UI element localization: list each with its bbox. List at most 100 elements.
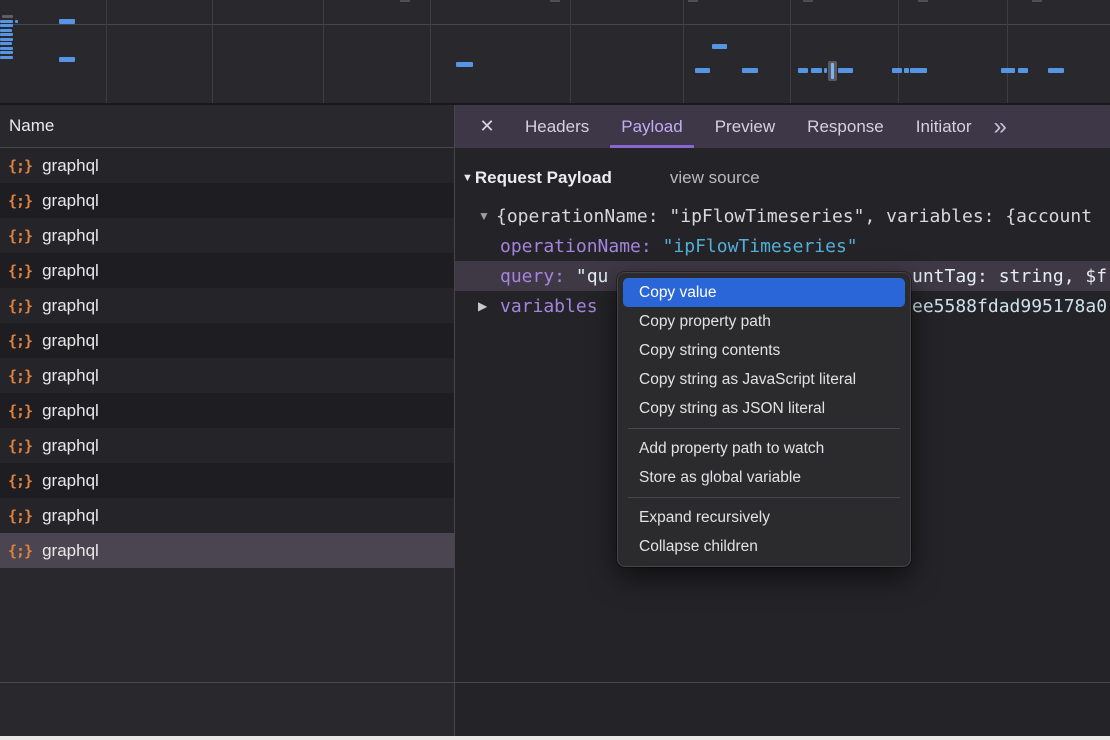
request-timing-bar [811,68,822,73]
menu-item-copy-string-as-json-literal[interactable]: Copy string as JSON literal [623,394,905,423]
window-bottom-edge [0,736,1110,740]
json-request-icon: {;} [8,262,32,280]
request-row-graphql[interactable]: {;} graphql [0,323,454,358]
overview-gridline-horizontal [0,24,1110,25]
hovered-bar-marker [828,61,837,81]
property-value-start: "qu [576,266,609,287]
tab-initiator[interactable]: Initiator [905,105,983,148]
overview-tick [1032,0,1042,2]
request-name: graphql [42,261,99,281]
tree-root-row[interactable]: ▼ {operationName: "ipFlowTimeseries", va… [455,201,1110,231]
request-timing-bar [838,68,853,73]
request-timing-bar [0,38,13,41]
section-expanded-triangle-icon[interactable]: ▼ [462,172,473,184]
name-column-label: Name [9,116,54,135]
requests-panel: Name {;}graphql{;}graphql{;}graphql{;}gr… [0,105,454,740]
tab-payload[interactable]: Payload [610,105,693,148]
request-name: graphql [42,541,99,561]
request-timing-bar [0,20,13,23]
request-timing-bar [695,68,710,73]
json-request-icon: {;} [8,402,32,420]
request-payload-section-header[interactable]: ▼ Request Payload view source [462,165,760,191]
tree-expanded-triangle-icon[interactable]: ▼ [478,209,490,223]
overview-tick [918,0,928,2]
menu-item-expand-recursively[interactable]: Expand recursively [623,503,905,532]
request-name: graphql [42,191,99,211]
request-timing-bar [1018,68,1028,73]
request-row-graphql[interactable]: {;} graphql [0,218,454,253]
request-name: graphql [42,471,99,491]
close-icon[interactable]: ✕ [465,116,509,137]
overview-gridline [570,0,571,103]
name-column-header[interactable]: Name [0,105,454,148]
request-row-graphql[interactable]: {;}graphql [0,463,454,498]
request-row-graphql[interactable]: {;}graphql [0,533,454,568]
overview-gridline [106,0,107,103]
menu-item-copy-string-contents[interactable]: Copy string contents [623,336,905,365]
property-key: variables [500,296,598,317]
request-name: graphql [42,226,99,246]
request-row-graphql[interactable]: {;} graphql [0,393,454,428]
tab-preview[interactable]: Preview [704,105,786,148]
property-value-continuation: untTag: string, $f [912,266,1107,287]
request-row-graphql[interactable]: {;}graphql [0,183,454,218]
request-name: graphql [42,436,99,456]
detail-tabs: HeadersPayload PreviewResponseInitiator [509,105,987,148]
property-value: "ipFlowTimeseries" [663,236,858,257]
tree-operationname-row[interactable]: operationName: "ipFlowTimeseries" [455,231,1110,261]
request-timing-bar [59,57,75,62]
request-name: graphql [42,366,99,386]
network-overview-timeline[interactable] [0,0,1110,105]
more-tabs-icon[interactable]: » [993,107,1006,147]
overview-tick [688,0,698,2]
overview-gridline [212,0,213,103]
json-request-icon: {;} [8,227,32,245]
json-request-icon: {;} [8,367,32,385]
tab-response[interactable]: Response [796,105,895,148]
request-name: graphql [42,401,99,421]
property-key: operationName: [500,236,663,257]
context-menu: Copy valueCopy property pathCopy string … [617,272,911,567]
request-row-graphql[interactable]: {;} graphql [0,498,454,533]
request-row-graphql[interactable]: {;}graphql [0,148,454,183]
menu-separator [628,428,900,429]
panel-resize-divider[interactable] [454,105,455,736]
overview-gridline [683,0,684,103]
request-timing-bar [0,24,13,27]
request-timing-bar [59,19,75,24]
json-request-icon: {;} [8,332,32,350]
overview-tick [400,0,410,2]
request-list: {;} graphql {;} graphql {;} graphql {;} graphql… [0,148,454,568]
request-timing-bar [1001,68,1015,73]
menu-separator [628,497,900,498]
menu-item-copy-value[interactable]: Copy value [623,278,905,307]
request-row-graphql[interactable]: {;}graphql [0,428,454,463]
request-timing-bar [0,51,13,54]
menu-item-copy-property-path[interactable]: Copy property path [623,307,905,336]
json-request-icon: {;} [8,157,32,175]
menu-item-copy-string-as-javascript-literal[interactable]: Copy string as JavaScript literal [623,365,905,394]
overview-gridline [430,0,431,103]
tree-collapsed-triangle-icon[interactable]: ▶ [478,299,487,313]
request-timing-bar [0,29,12,32]
request-timing-bar [15,20,18,23]
request-row-graphql[interactable]: {;} graphql [0,253,454,288]
request-timing-bar [798,68,808,73]
menu-item-store-as-global-variable[interactable]: Store as global variable [623,463,905,492]
request-name: graphql [42,506,99,526]
menu-item-add-property-path-to-watch[interactable]: Add property path to watch [623,434,905,463]
menu-item-collapse-children[interactable]: Collapse children [623,532,905,561]
request-row-graphql[interactable]: {;} graphql [0,358,454,393]
overview-gridline [898,0,899,103]
json-request-icon: {;} [8,507,32,525]
view-source-link[interactable]: view source [670,168,760,188]
overview-tick [550,0,560,2]
tab-headers[interactable]: Headers [514,105,600,148]
request-timing-bar [1048,68,1064,73]
request-timing-bar [0,47,13,50]
request-row-graphql[interactable]: {;}graphql [0,288,454,323]
property-key: query: [500,266,576,287]
request-timing-bar [0,33,13,36]
request-timing-bar [910,68,927,73]
request-name: graphql [42,331,99,351]
